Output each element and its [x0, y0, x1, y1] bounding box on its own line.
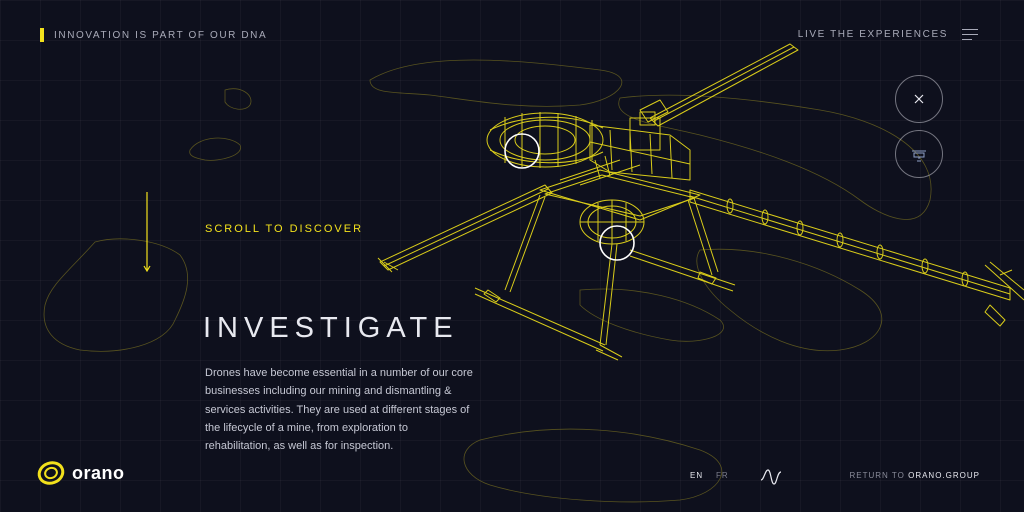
language-fr-button[interactable]: FR	[716, 471, 729, 480]
sound-wave-icon[interactable]	[760, 466, 782, 486]
close-button[interactable]	[895, 75, 943, 123]
tail-boom	[689, 189, 1024, 327]
return-link-prefix: RETURN TO	[849, 471, 909, 480]
orano-logo[interactable]: orano	[36, 459, 125, 487]
close-icon	[914, 94, 924, 104]
header-tagline: INNOVATION IS PART OF OUR DNA	[40, 28, 267, 42]
tagline-accent-bar	[40, 28, 44, 42]
landing-gear	[474, 194, 736, 361]
drone-icon	[912, 150, 926, 162]
page-title: INVESTIGATE	[203, 312, 459, 344]
drone-view-button[interactable]	[895, 130, 943, 178]
rotor-blade-lower	[377, 184, 553, 273]
return-to-orano-link[interactable]: RETURN TO ORANO.GROUP	[849, 471, 980, 480]
return-link-accent: ORANO.GROUP	[908, 471, 980, 480]
scroll-to-discover-label[interactable]: SCROLL TO DISCOVER	[205, 223, 363, 235]
arrow-down-icon	[143, 192, 151, 272]
rotor-blade-upper	[639, 43, 799, 127]
live-experiences-link[interactable]: LIVE THE EXPERIENCES	[798, 29, 948, 40]
orano-logo-icon	[37, 461, 65, 485]
page-description: Drones have become essential in a number…	[205, 367, 473, 453]
hotspot-circle-pod[interactable]	[599, 225, 635, 261]
language-en-button[interactable]: EN	[690, 471, 703, 480]
scene-illustration	[43, 43, 1024, 503]
topographic-contours	[43, 59, 932, 503]
drone-body-rear	[589, 111, 691, 181]
tagline-text: INNOVATION IS PART OF OUR DNA	[54, 29, 268, 41]
hamburger-menu-icon[interactable]	[962, 29, 978, 40]
logo-wordmark: orano	[72, 462, 125, 483]
sensor-pod	[579, 199, 645, 245]
page-root: INNOVATION IS PART OF OUR DNA LIVE THE E…	[0, 0, 1024, 512]
drone-body-nose	[486, 112, 604, 168]
